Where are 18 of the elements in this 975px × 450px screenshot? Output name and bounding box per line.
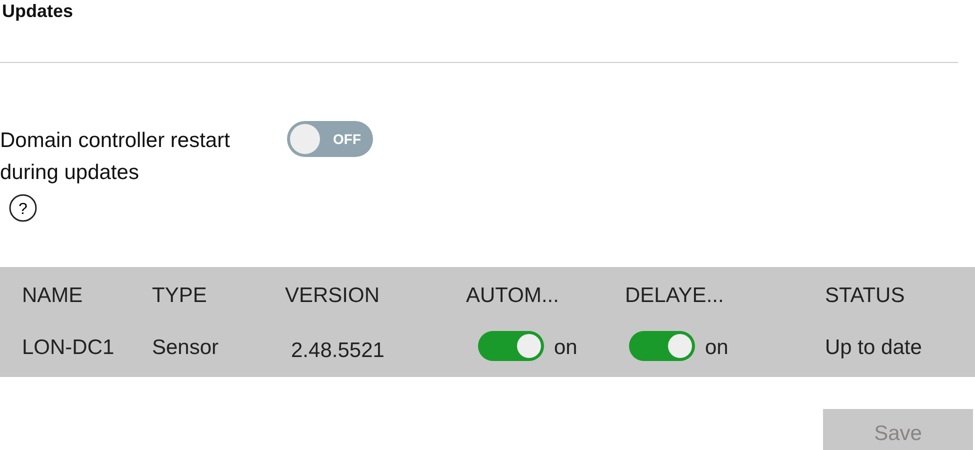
toggle-switch[interactable] xyxy=(478,331,544,361)
toggle-switch[interactable]: OFF xyxy=(287,121,373,157)
column-header: VERSION xyxy=(285,283,381,310)
table-cell-text: Sensor xyxy=(152,335,220,362)
toggle-label: on xyxy=(705,335,728,362)
toggle-label: on xyxy=(554,335,578,362)
toggle-switch[interactable] xyxy=(629,331,695,361)
setting-label: Domain controller restart during updates xyxy=(0,128,231,186)
page-title: Updates xyxy=(1,0,74,23)
table-cell-text: Up to date xyxy=(825,335,923,362)
help-icon[interactable]: ? xyxy=(8,193,38,223)
column-header: NAME xyxy=(22,283,84,310)
table-cell-text: 2.48.5521 xyxy=(290,338,386,364)
column-header: AUTOM... xyxy=(466,283,560,310)
column-header: DELAYE... xyxy=(625,283,725,310)
table-cell-text: LON-DC1 xyxy=(22,335,116,362)
column-header: STATUS xyxy=(825,283,906,310)
column-header: TYPE xyxy=(152,283,208,310)
